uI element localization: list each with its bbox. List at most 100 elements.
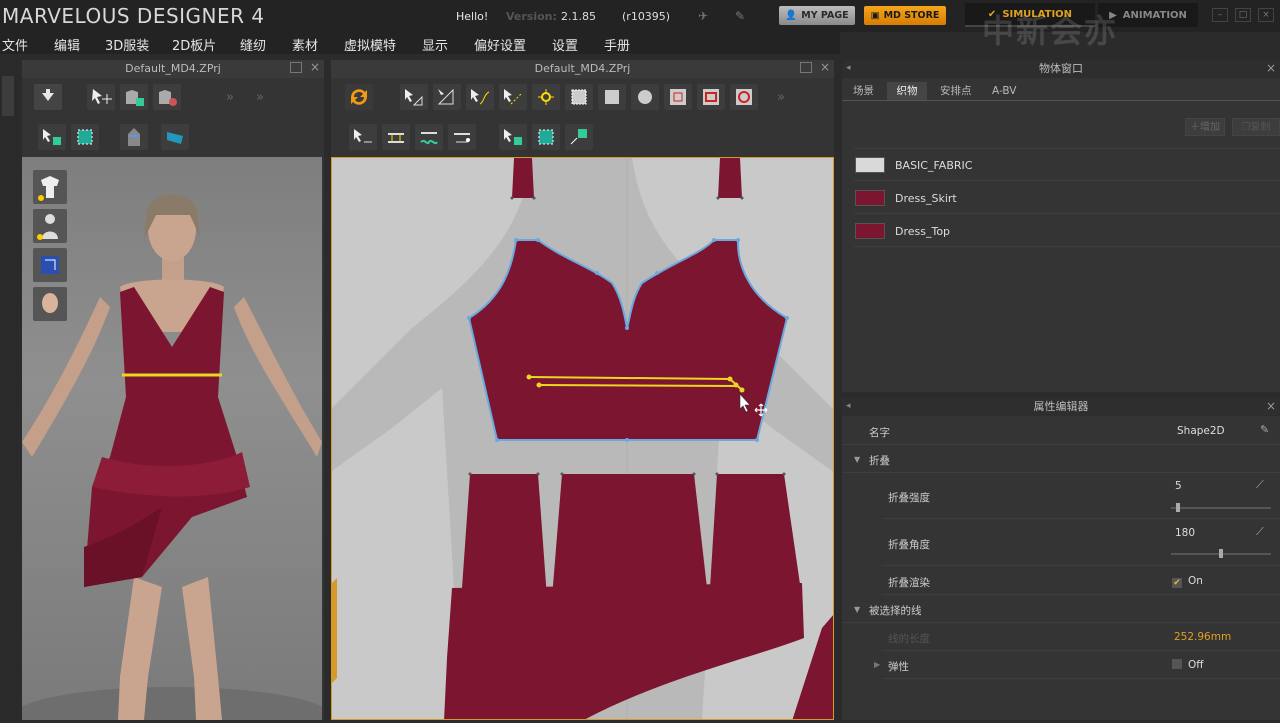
fold-section-label[interactable]: 折叠 bbox=[869, 453, 890, 468]
minimize-button[interactable]: – bbox=[1212, 8, 1228, 22]
tab-arrangement-points[interactable]: 安排点 bbox=[940, 82, 972, 100]
tab-abv[interactable]: A-BV bbox=[992, 82, 1016, 100]
my-page-button[interactable]: 👤 MY PAGE bbox=[779, 6, 855, 25]
fold-strength-value[interactable]: 5 bbox=[1175, 480, 1182, 492]
avatar-body-icon[interactable] bbox=[33, 209, 67, 243]
fold-strength-slider[interactable] bbox=[1171, 503, 1271, 512]
fabric-item[interactable]: Dress_Top bbox=[855, 220, 950, 242]
sync-icon[interactable] bbox=[345, 84, 373, 110]
md-store-button[interactable]: ▣ MD STORE bbox=[864, 6, 946, 25]
fold-angle-slider[interactable] bbox=[1171, 549, 1271, 558]
3d-viewport[interactable] bbox=[12, 157, 332, 723]
internal-rectangle-icon[interactable] bbox=[697, 84, 725, 110]
edit-curve-icon[interactable] bbox=[466, 84, 494, 110]
avatar-clothing-icon[interactable] bbox=[33, 170, 67, 204]
close-button[interactable]: × bbox=[1258, 8, 1274, 22]
expand-elastic-icon[interactable]: ▶ bbox=[874, 660, 880, 669]
pin-mesh-icon[interactable] bbox=[565, 124, 593, 150]
add-fabric-button[interactable]: ＋增加 bbox=[1185, 118, 1225, 136]
menu-display[interactable]: 显示 bbox=[422, 35, 448, 54]
maximize-button[interactable]: □ bbox=[1235, 8, 1251, 22]
curve-point-icon[interactable] bbox=[499, 84, 527, 110]
circle-icon[interactable] bbox=[631, 84, 659, 110]
avatar-fit-icon[interactable] bbox=[120, 124, 148, 150]
selected-line-section-label[interactable]: 被选择的线 bbox=[869, 603, 922, 618]
2d-window-close-icon[interactable]: × bbox=[820, 60, 830, 74]
tack-icon[interactable] bbox=[448, 124, 476, 150]
fabric-swatch bbox=[855, 223, 885, 239]
select-move-icon[interactable] bbox=[87, 84, 115, 110]
copy-fabric-button[interactable]: ❐复制 bbox=[1232, 118, 1280, 136]
object-window-close-icon[interactable]: × bbox=[1266, 61, 1276, 75]
tab-fabric[interactable]: 织物 bbox=[887, 82, 927, 100]
fabric-name: Dress_Skirt bbox=[895, 191, 957, 205]
menu-materials[interactable]: 素材 bbox=[292, 35, 318, 54]
menu-bar: 文件 编辑 3D服装 2D板片 缝纫 素材 虚拟模特 显示 偏好设置 设置 手册 bbox=[0, 32, 840, 54]
fold-angle-pick-icon[interactable]: ⟋ bbox=[1256, 525, 1264, 539]
edit-pattern-icon[interactable] bbox=[433, 84, 461, 110]
internal-circle-icon[interactable] bbox=[730, 84, 758, 110]
add-point-icon[interactable] bbox=[532, 84, 560, 110]
menu-avatar[interactable]: 虚拟模特 bbox=[344, 35, 396, 54]
build-number: (r10395) bbox=[622, 10, 671, 23]
elastic-label: 弹性 bbox=[888, 661, 909, 673]
fabric-item[interactable]: Dress_Skirt bbox=[855, 187, 957, 209]
plus-icon: ＋ bbox=[1190, 122, 1200, 133]
message-icon[interactable]: ✎ bbox=[735, 9, 751, 23]
menu-settings[interactable]: 设置 bbox=[552, 35, 578, 54]
fabric-tool-icon[interactable] bbox=[161, 124, 189, 150]
download-avatar-icon[interactable] bbox=[34, 84, 62, 110]
segment-sewing-icon[interactable] bbox=[382, 124, 410, 150]
3d-window-float-icon[interactable] bbox=[290, 62, 302, 73]
fold-strength-slider-knob[interactable] bbox=[1175, 503, 1180, 512]
feedback-icon[interactable]: ✈ bbox=[698, 9, 714, 23]
transform-pattern-icon[interactable] bbox=[400, 84, 428, 110]
menu-2d-pattern[interactable]: 2D板片 bbox=[172, 35, 216, 54]
menu-preferences[interactable]: 偏好设置 bbox=[474, 35, 526, 54]
fold-strength-pick-icon[interactable]: ⟋ bbox=[1256, 478, 1264, 492]
collapse-selected-line-icon[interactable]: ▼ bbox=[854, 605, 860, 614]
expand-2d-toolbar-icon[interactable]: » bbox=[777, 90, 785, 105]
polygon-icon[interactable] bbox=[565, 84, 593, 110]
object-window-title: 物体窗口 bbox=[842, 60, 1280, 78]
checkbox-empty-icon bbox=[1172, 659, 1182, 669]
name-value[interactable]: Shape2D bbox=[1177, 425, 1225, 437]
property-editor-close-icon[interactable]: × bbox=[1266, 399, 1276, 413]
2d-window-title: Default_MD4.ZPrj bbox=[331, 60, 834, 78]
tab-scene[interactable]: 场景 bbox=[853, 82, 874, 100]
fabric-swatch bbox=[855, 190, 885, 206]
fold-render-toggle[interactable]: ✔ On bbox=[1172, 575, 1203, 588]
fold-angle-slider-knob[interactable] bbox=[1219, 549, 1223, 558]
edit-sewing-icon[interactable] bbox=[349, 124, 377, 150]
2d-window-float-icon[interactable] bbox=[800, 62, 812, 73]
internal-polygon-icon[interactable] bbox=[664, 84, 692, 110]
menu-sewing[interactable]: 缝纫 bbox=[240, 35, 266, 54]
menu-file[interactable]: 文件 bbox=[2, 35, 28, 54]
menu-edit[interactable]: 编辑 bbox=[54, 35, 80, 54]
select-mesh-icon[interactable] bbox=[38, 124, 66, 150]
fabric-library-icon[interactable] bbox=[33, 248, 67, 282]
garment-arrange-icon[interactable] bbox=[120, 84, 148, 110]
collapse-fold-icon[interactable]: ▼ bbox=[854, 455, 860, 464]
rectangle-icon[interactable] bbox=[598, 84, 626, 110]
mesh-grid-2d-icon[interactable] bbox=[532, 124, 560, 150]
free-sewing-icon[interactable] bbox=[415, 124, 443, 150]
menu-manual[interactable]: 手册 bbox=[604, 35, 630, 54]
expand-toolbar-icon[interactable]: » bbox=[226, 90, 234, 105]
hello-text: Hello! bbox=[456, 10, 489, 23]
select-mesh-2d-icon[interactable] bbox=[499, 124, 527, 150]
property-editor-pin-icon[interactable]: ◂ bbox=[846, 401, 851, 411]
garment-reset-icon[interactable] bbox=[153, 84, 181, 110]
elastic-toggle[interactable]: Off bbox=[1172, 659, 1204, 671]
2d-pattern-canvas[interactable] bbox=[331, 157, 834, 720]
avatar-face-icon[interactable] bbox=[33, 287, 67, 321]
dock-tab[interactable] bbox=[2, 76, 14, 116]
mesh-grid-icon[interactable] bbox=[71, 124, 99, 150]
expand-toolbar-icon-2[interactable]: » bbox=[256, 90, 264, 105]
object-window-pin-icon[interactable]: ◂ bbox=[846, 63, 851, 73]
edit-name-icon[interactable]: ✎ bbox=[1260, 423, 1269, 436]
3d-window-close-icon[interactable]: × bbox=[310, 60, 320, 74]
fold-angle-value[interactable]: 180 bbox=[1175, 527, 1195, 539]
fabric-item[interactable]: BASIC_FABRIC bbox=[855, 154, 972, 176]
menu-3d-garment[interactable]: 3D服装 bbox=[105, 35, 149, 54]
